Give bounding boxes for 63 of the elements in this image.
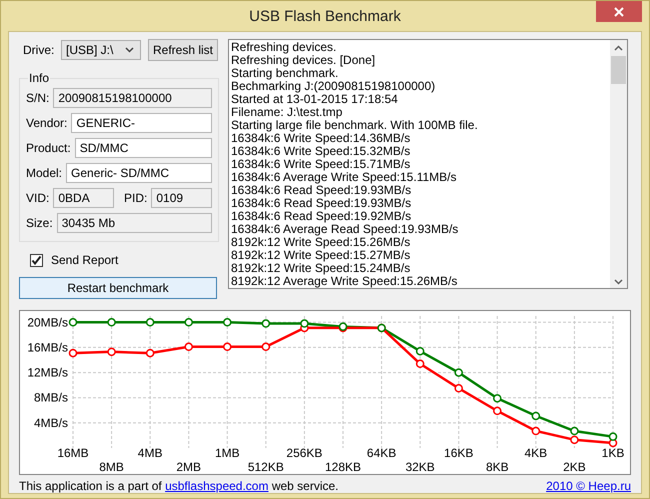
log-line: 8192k:12 Write Speed:15.27MB/s (231, 249, 412, 262)
refresh-button[interactable]: Refresh list (148, 39, 218, 61)
text-field[interactable]: 0109 (151, 188, 212, 208)
drive-dropdown[interactable]: [USB] J:\ (61, 40, 141, 60)
x-tick-label: 1KB (602, 446, 624, 460)
window-title: USB Flash Benchmark (249, 8, 401, 24)
log-line: Refreshing devices. [Done] (231, 54, 376, 67)
field-label: Product: (26, 140, 71, 154)
x-tick-label: 128KB (324, 460, 362, 474)
text-field[interactable]: GENERIC- (71, 112, 212, 132)
text-field[interactable]: Generic- SD/MMC (66, 162, 212, 182)
drive-label: Drive: (22, 43, 56, 57)
restart-button[interactable]: Restart benchmark (19, 277, 217, 299)
text-field[interactable]: 0BDA (53, 188, 114, 208)
x-tick-label: 4MB (138, 446, 162, 460)
log-line: 16384k:6 Average Read Speed:19.93MB/s (231, 223, 460, 236)
x-tick-label: 16KB (444, 446, 474, 460)
log-line: 16384k:6 Write Speed:15.32MB/s (231, 145, 412, 158)
x-tick-label: 512KB (248, 460, 284, 474)
y-tick-label: 4MB/s (34, 416, 68, 430)
field-label: S/N: (26, 90, 50, 104)
text-field[interactable]: SD/MMC (74, 138, 212, 158)
group-title: Info (28, 71, 50, 85)
field-label: PID: (124, 190, 148, 204)
log-line: Filename: J:\test.tmp (231, 106, 344, 119)
x-tick-label: 256KB (286, 446, 322, 460)
log-line: 16384k:6 Write Speed:14.36MB/s (231, 132, 412, 145)
field-label: Size: (26, 216, 53, 230)
log-line: 16384k:6 Read Speed:19.92MB/s (231, 210, 412, 223)
log-line: Started at 13-01-2015 17:18:54 (231, 93, 398, 106)
field-label: VID: (26, 190, 50, 204)
log-line: 16384k:6 Average Write Speed:15.11MB/s (231, 171, 458, 184)
log-line: 16384k:6 Read Speed:19.93MB/s (231, 197, 412, 210)
y-tick-label: 16MB/s (27, 340, 68, 354)
footer-text: This application is a part of usbflashspeed.com web service. (19, 479, 339, 493)
log-line: 8192k:12 Write Speed:15.26MB/s (231, 236, 410, 249)
x-tick-label: 2MB (176, 460, 202, 474)
y-tick-label: 12MB/s (27, 366, 68, 380)
x-tick-label: 64KB (366, 446, 396, 460)
x-tick-label: 4KB (524, 446, 548, 460)
text-field[interactable]: 30435 Mb (56, 212, 212, 232)
text-field[interactable]: 20090815198100000 (53, 88, 212, 108)
credit-link[interactable]: 2010 © Heep.ru (546, 479, 631, 493)
log-line: Starting large file benchmark. With 100MB file. (231, 119, 479, 132)
x-tick-label: 8MB (99, 460, 124, 474)
x-tick-label: 8KB (486, 460, 509, 474)
x-tick-label: 32KB (405, 460, 435, 474)
checkbox-label: Send Report (51, 253, 118, 267)
log-line: 8192k:12 Average Write Speed:15.26MB/s (231, 275, 458, 288)
log-line: Refreshing devices. (231, 41, 338, 54)
x-tick-label: 1MB (214, 446, 240, 460)
log-line: Bechmarking J:(20090815198100000) (231, 80, 436, 93)
log-line: 16384k:6 Write Speed:15.71MB/s (231, 158, 412, 171)
x-tick-label: 16MB (57, 446, 89, 460)
log-line: 16384k:6 Read Speed:19.93MB/s (231, 184, 412, 197)
field-label: Vendor: (26, 116, 68, 130)
y-tick-label: 8MB/s (34, 390, 68, 405)
y-tick-label: 20MB/s (27, 315, 68, 330)
log-line: 8192k:12 Write Speed:15.24MB/s (231, 262, 412, 275)
log-line: Starting benchmark. (231, 67, 340, 80)
site-link[interactable]: usbflashspeed.com (165, 479, 268, 493)
field-label: Model: (26, 166, 62, 180)
x-tick-label: 2KB (563, 460, 586, 474)
